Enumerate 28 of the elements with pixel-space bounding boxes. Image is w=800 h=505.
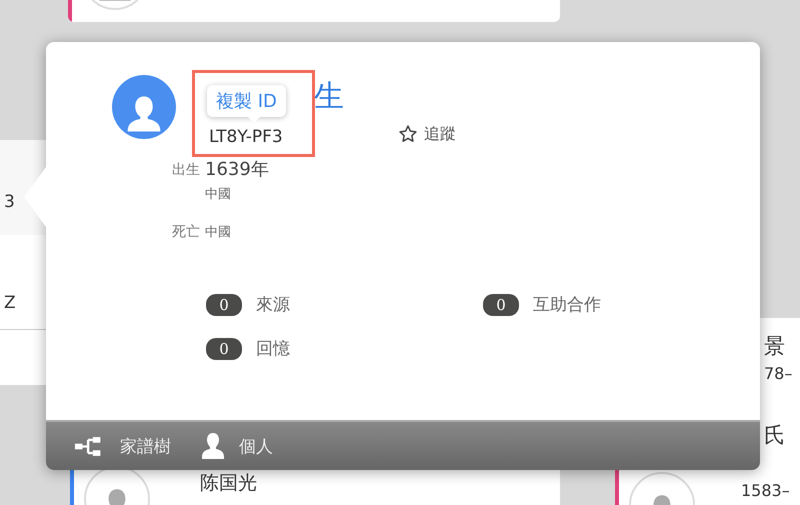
footer-tab[interactable]: 個人 bbox=[201, 432, 273, 460]
count-badge: 0 bbox=[206, 294, 242, 316]
count-badge: 0 bbox=[483, 294, 519, 316]
count-label: 回憶 bbox=[256, 338, 290, 360]
card-text: 78– bbox=[764, 364, 792, 383]
count-link[interactable]: 0 回憶 bbox=[206, 337, 483, 360]
person-card[interactable] bbox=[68, 0, 560, 22]
fact-place: 中國 bbox=[205, 224, 232, 241]
person-icon bbox=[201, 432, 225, 460]
fact-date: 1639年 bbox=[205, 158, 270, 181]
footer-tab[interactable]: 家譜樹 bbox=[74, 434, 171, 458]
fact-label: 死亡 bbox=[171, 223, 201, 241]
count-link[interactable]: 0 互助合作 bbox=[483, 293, 760, 316]
card-text: 氏 bbox=[764, 422, 786, 449]
follow-button[interactable]: 追蹤 bbox=[398, 122, 456, 146]
count-link[interactable]: 0 來源 bbox=[206, 293, 483, 316]
person-id: LT8Y-PF3 bbox=[208, 126, 284, 147]
card-text: 景 bbox=[764, 333, 786, 360]
star-icon bbox=[398, 124, 418, 144]
fact-label: 出生 bbox=[171, 161, 201, 179]
card-text: 3 bbox=[4, 192, 15, 212]
card-text: Z bbox=[4, 293, 16, 313]
card-text: 陈国光 bbox=[200, 471, 257, 496]
count-badge: 0 bbox=[206, 338, 242, 360]
card-text: 1583– bbox=[741, 481, 791, 500]
count-label: 互助合作 bbox=[533, 294, 601, 316]
fact-place: 中國 bbox=[205, 186, 232, 203]
count-label: 來源 bbox=[256, 294, 290, 316]
